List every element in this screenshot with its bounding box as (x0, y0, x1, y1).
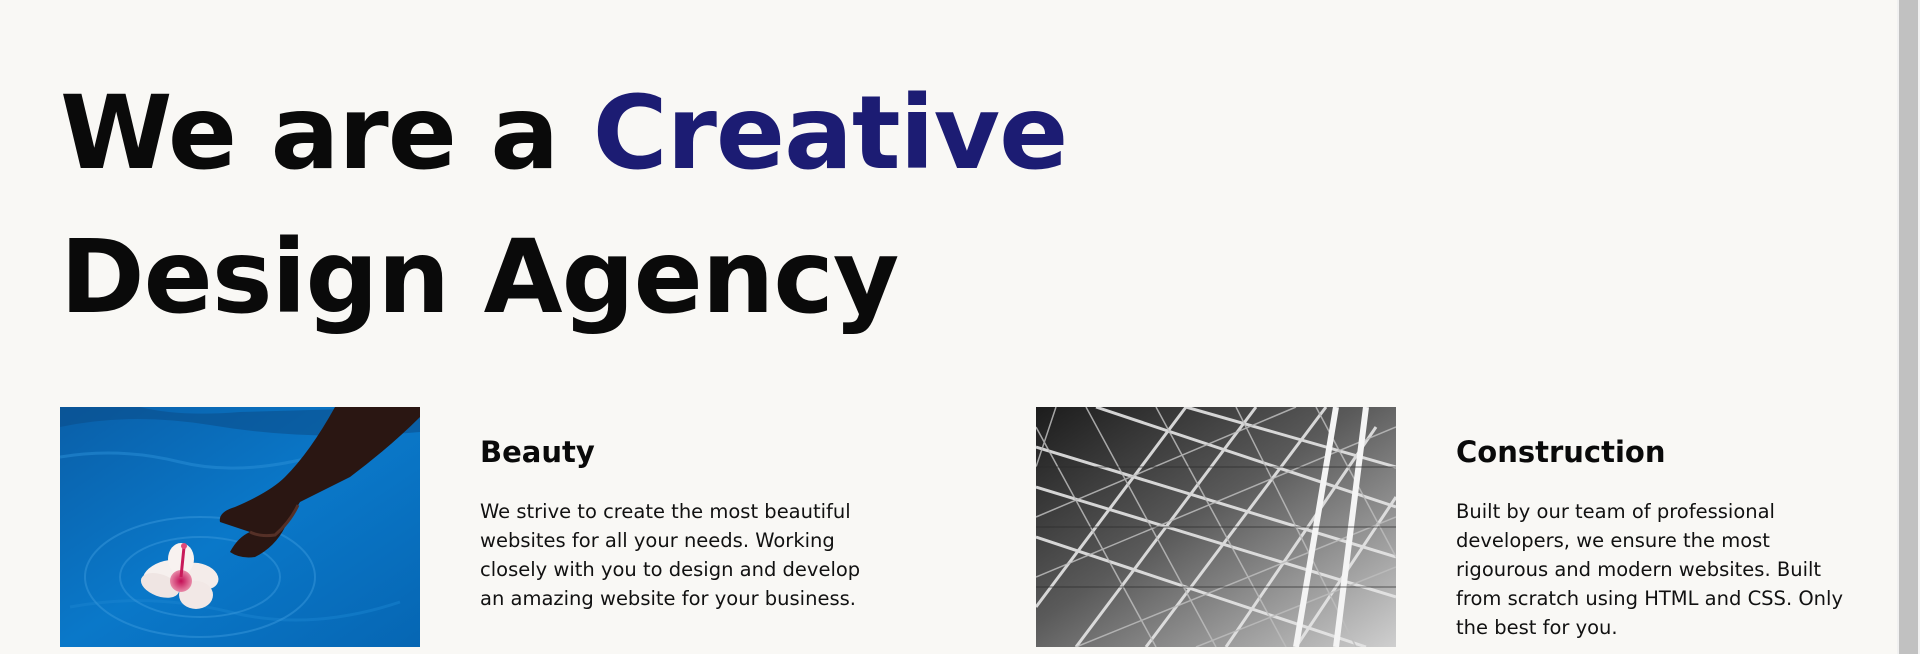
hero-headline: We are a Creative Design Agency (60, 62, 1069, 350)
headline-line-1: We are a Creative (60, 62, 1069, 206)
steel-structure-photo-icon (1036, 407, 1396, 647)
beauty-image (60, 407, 420, 647)
construction-image (1036, 407, 1396, 647)
page: We are a Creative Design Agency Beauty W… (0, 0, 1897, 654)
headline-line-2: Design Agency (60, 218, 899, 337)
beauty-description: We strive to create the most beautiful w… (480, 500, 861, 610)
vertical-scrollbar[interactable] (1897, 0, 1920, 654)
beauty-title: Beauty (480, 435, 595, 469)
headline-prefix: We are a (60, 74, 559, 193)
scrollbar-thumb[interactable] (1899, 0, 1918, 654)
headline-accent: Creative (592, 74, 1069, 193)
construction-title: Construction (1456, 435, 1666, 469)
hand-flower-water-photo-icon (60, 407, 420, 647)
construction-description: Built by our team of professional develo… (1456, 500, 1844, 639)
